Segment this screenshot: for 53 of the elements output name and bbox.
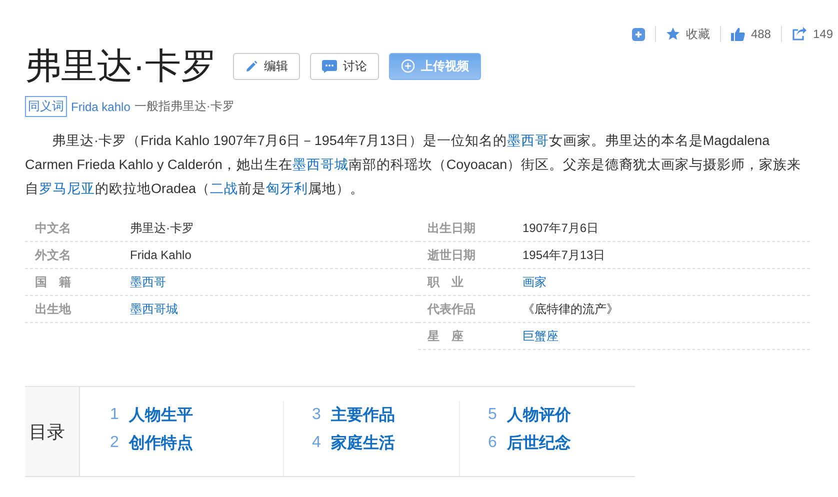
toc-number: 3	[312, 406, 321, 424]
pencil-icon	[245, 60, 258, 72]
likes-count: 488	[750, 27, 771, 41]
info-label: 中文名	[34, 220, 72, 236]
toc-link[interactable]: 主要作品	[330, 404, 395, 426]
info-value: 1907年7月6日	[522, 220, 599, 236]
info-label: 国 籍	[34, 274, 72, 290]
synonym-tag: 同义词	[25, 96, 67, 117]
toc-number: 5	[488, 406, 497, 424]
info-link[interactable]: 墨西哥城	[130, 300, 178, 318]
toc-number: 1	[110, 406, 119, 424]
plus-square-icon[interactable]	[632, 28, 645, 40]
info-value: Frida Kahlo	[130, 248, 192, 262]
info-value: 《底特律的流产》	[522, 300, 618, 318]
discuss-button[interactable]: 讨论	[310, 52, 379, 80]
info-value: 弗里达·卡罗	[130, 220, 194, 236]
toc-link[interactable]: 创作特点	[128, 432, 193, 454]
toc-number: 4	[312, 434, 321, 452]
summary-paragraph: 弗里达·卡罗（Frida Kahlo 1907年7月6日－1954年7月13日）是一位知名的墨西哥女画家。弗里达的本名是Magdalena Carmen Frieda Kahlo y Calderón，她出生在墨西哥城南部的科瑶坎（Coyoacan）街区。父亲是德裔犹太画家与摄影师，家族来自 罗马尼亚的欧拉地Oradea（二战前是匈牙利属地）。	[25, 132, 802, 198]
info-label: 出生日期	[426, 220, 476, 236]
chat-icon	[322, 60, 337, 72]
summary-link[interactable]: 墨西哥	[506, 133, 549, 148]
edit-button[interactable]: 编辑	[233, 52, 300, 80]
page-title: 弗里达·卡罗	[25, 44, 217, 88]
toc-link[interactable]: 家庭生活	[330, 432, 395, 454]
star-icon[interactable]	[666, 27, 680, 41]
summary-link[interactable]: 罗马尼亚	[39, 181, 95, 196]
info-value: 1954年7月13日	[522, 246, 606, 264]
info-label: 外文名	[34, 246, 72, 264]
plus-circle-icon	[401, 59, 415, 73]
info-label: 代表作品	[426, 300, 476, 318]
toc-link[interactable]: 人物评价	[506, 404, 571, 426]
summary-link[interactable]: 二战	[210, 181, 238, 196]
thumbs-up-icon[interactable]	[730, 27, 745, 41]
info-link[interactable]: 巨蟹座	[522, 328, 558, 344]
summary-link[interactable]: 墨西哥城	[292, 157, 348, 172]
summary-link[interactable]: 匈牙利	[266, 181, 308, 196]
info-link[interactable]: 画家	[522, 274, 546, 290]
toc-link[interactable]: 人物生平	[128, 404, 193, 426]
info-label: 出生地	[34, 300, 72, 318]
info-link[interactable]: 墨西哥	[130, 274, 166, 290]
toc-number: 2	[110, 434, 119, 452]
toc-link[interactable]: 后世纪念	[506, 432, 571, 454]
toc-number: 6	[488, 434, 497, 452]
info-label: 职 业	[426, 274, 464, 290]
info-label: 逝世日期	[426, 246, 476, 264]
favorite-label[interactable]: 收藏	[686, 26, 710, 42]
shares-count: 149	[812, 27, 833, 41]
share-icon[interactable]	[792, 27, 807, 41]
toc-heading: 目录	[25, 387, 80, 476]
info-label: 星 座	[426, 328, 464, 344]
synonym-link[interactable]: Frida kahlo	[71, 100, 130, 114]
synonym-note: 一般指弗里达·卡罗	[134, 98, 234, 115]
